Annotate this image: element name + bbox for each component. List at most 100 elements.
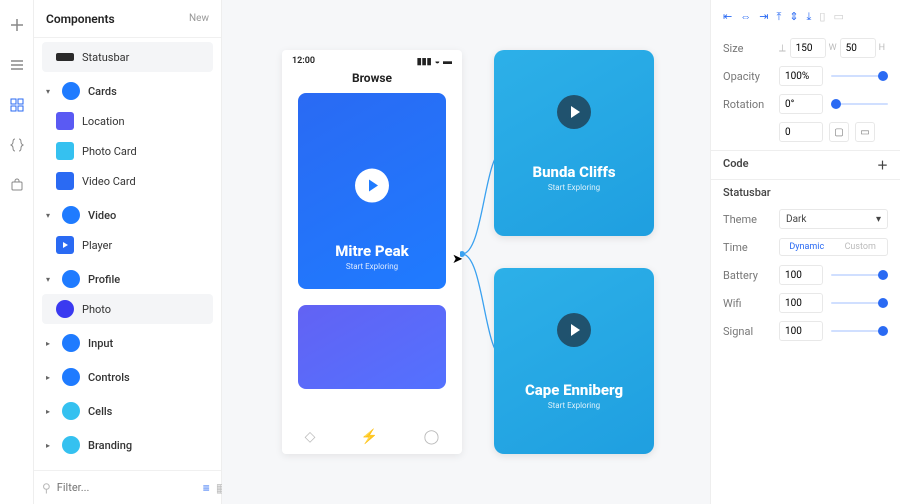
filter-bar: ⚲ ≡ ▦ xyxy=(34,470,221,504)
bag-icon[interactable] xyxy=(8,176,26,194)
category-controls[interactable]: Controls xyxy=(42,362,213,392)
component-statusbar[interactable]: Statusbar xyxy=(42,42,213,72)
align-bottom-icon[interactable]: ⤓ xyxy=(807,10,812,24)
category-cards[interactable]: Cards xyxy=(42,76,213,106)
align-top-icon[interactable]: ⤒ xyxy=(776,10,781,24)
battery-input[interactable] xyxy=(779,265,823,285)
component-video-card[interactable]: Video Card xyxy=(42,166,213,196)
size-label: Size xyxy=(723,42,779,55)
chevron-icon xyxy=(46,373,54,382)
phone-secondary-card[interactable] xyxy=(298,305,446,389)
play-icon[interactable] xyxy=(557,313,591,347)
play-icon[interactable] xyxy=(355,169,389,203)
flip-v-icon[interactable]: ▭ xyxy=(855,122,875,142)
flip-h-icon[interactable]: ▢ xyxy=(829,122,849,142)
canvas-card-1[interactable]: Bunda Cliffs Start Exploring xyxy=(494,50,654,236)
play-icon[interactable] xyxy=(557,95,591,129)
phone-title: Browse xyxy=(352,71,392,85)
card-title: Bunda Cliffs xyxy=(532,163,615,181)
distribute-h-icon[interactable]: ▯ xyxy=(819,10,825,24)
grid-icon[interactable] xyxy=(8,96,26,114)
new-label[interactable]: New xyxy=(189,13,209,24)
time-custom[interactable]: Custom xyxy=(834,239,888,255)
align-tools: ⇤ ⇔ ⇥ ⤒ ⇕ ⤓ ▯ ▭ xyxy=(723,10,888,24)
distribute-v-icon[interactable]: ▭ xyxy=(833,10,843,24)
category-branding[interactable]: Branding xyxy=(42,430,213,460)
chevron-icon xyxy=(46,275,54,284)
tool-rail xyxy=(0,0,34,504)
item-label: Photo xyxy=(82,303,111,316)
item-label: Photo Card xyxy=(82,145,137,158)
rotation-extra-row: ▢ ▭ xyxy=(723,120,888,144)
filter-input[interactable] xyxy=(57,481,197,494)
category-icon xyxy=(62,334,80,352)
component-icon xyxy=(56,53,74,61)
item-label: Cards xyxy=(88,85,117,98)
component-photo[interactable]: Photo xyxy=(42,294,213,324)
signal-slider[interactable] xyxy=(831,330,888,332)
align-left-icon[interactable]: ⇤ xyxy=(723,10,732,24)
category-profile[interactable]: Profile xyxy=(42,264,213,294)
item-label: Input xyxy=(88,337,113,350)
opacity-slider[interactable] xyxy=(831,75,888,77)
canvas[interactable]: 12:00 ▮▮▮ ◒ ▬ Browse Mitre Peak Start Ex… xyxy=(222,0,710,504)
component-icon xyxy=(56,236,74,254)
height-input[interactable] xyxy=(840,38,876,58)
phone-tabbar: ◇ ⚡ ◯ xyxy=(282,420,462,454)
card-title: Mitre Peak xyxy=(335,242,409,260)
item-label: Cells xyxy=(88,405,112,418)
braces-icon[interactable] xyxy=(8,136,26,154)
item-label: Controls xyxy=(88,371,130,384)
rotation-slider[interactable] xyxy=(831,103,888,105)
menu-icon[interactable] xyxy=(8,56,26,74)
chevron-down-icon: ▾ xyxy=(876,214,881,225)
align-hcenter-icon[interactable]: ⇔ xyxy=(740,10,751,24)
tab-bubble-icon[interactable]: ◯ xyxy=(424,429,440,445)
tab-bolt-icon[interactable]: ⚡ xyxy=(361,429,378,445)
category-icon xyxy=(62,402,80,420)
chevron-icon xyxy=(46,87,54,96)
opacity-input[interactable] xyxy=(779,66,823,86)
category-icon xyxy=(62,368,80,386)
category-video[interactable]: Video xyxy=(42,200,213,230)
theme-row: Theme Dark ▾ xyxy=(723,207,888,231)
add-icon[interactable] xyxy=(8,16,26,34)
component-photo-card[interactable]: Photo Card xyxy=(42,136,213,166)
add-code-icon[interactable]: ＋ xyxy=(877,157,888,173)
rotation-label: Rotation xyxy=(723,98,779,111)
battery-slider[interactable] xyxy=(831,274,888,276)
item-label: Video Card xyxy=(82,175,136,188)
theme-select[interactable]: Dark ▾ xyxy=(779,209,888,229)
component-player[interactable]: Player xyxy=(42,230,213,260)
rotation-input[interactable] xyxy=(779,94,823,114)
item-label: Statusbar xyxy=(82,51,129,64)
phone-frame[interactable]: 12:00 ▮▮▮ ◒ ▬ Browse Mitre Peak Start Ex… xyxy=(282,50,462,454)
lock-icon[interactable]: ⟂ xyxy=(779,43,786,54)
category-input[interactable]: Input xyxy=(42,328,213,358)
align-vcenter-icon[interactable]: ⇕ xyxy=(789,10,798,24)
component-location[interactable]: Location xyxy=(42,106,213,136)
canvas-card-2[interactable]: Cape Enniberg Start Exploring xyxy=(494,268,654,454)
signal-input[interactable] xyxy=(779,321,823,341)
category-icon xyxy=(62,436,80,454)
list-view-icon[interactable]: ≡ xyxy=(203,481,210,495)
rotation-extra-input[interactable] xyxy=(779,122,823,142)
rotation-row: Rotation xyxy=(723,92,888,116)
cursor-icon: ➤ xyxy=(452,252,463,267)
item-label: Profile xyxy=(88,273,120,286)
battery-row: Battery xyxy=(723,263,888,287)
size-row: Size ⟂ W H xyxy=(723,36,888,60)
component-icon xyxy=(56,112,74,130)
category-cells[interactable]: Cells xyxy=(42,396,213,426)
align-right-icon[interactable]: ⇥ xyxy=(759,10,768,24)
time-dynamic[interactable]: Dynamic xyxy=(780,239,834,255)
status-indicators: ▮▮▮ ◒ ▬ xyxy=(417,56,452,67)
time-segmented[interactable]: Dynamic Custom xyxy=(779,238,888,256)
wifi-input[interactable] xyxy=(779,293,823,313)
wifi-slider[interactable] xyxy=(831,302,888,304)
phone-main-card[interactable]: Mitre Peak Start Exploring xyxy=(298,93,446,289)
code-header: Code ＋ xyxy=(723,157,888,173)
card-subtitle: Start Exploring xyxy=(548,401,600,410)
tab-chat-icon[interactable]: ◇ xyxy=(305,429,316,445)
width-input[interactable] xyxy=(790,38,826,58)
